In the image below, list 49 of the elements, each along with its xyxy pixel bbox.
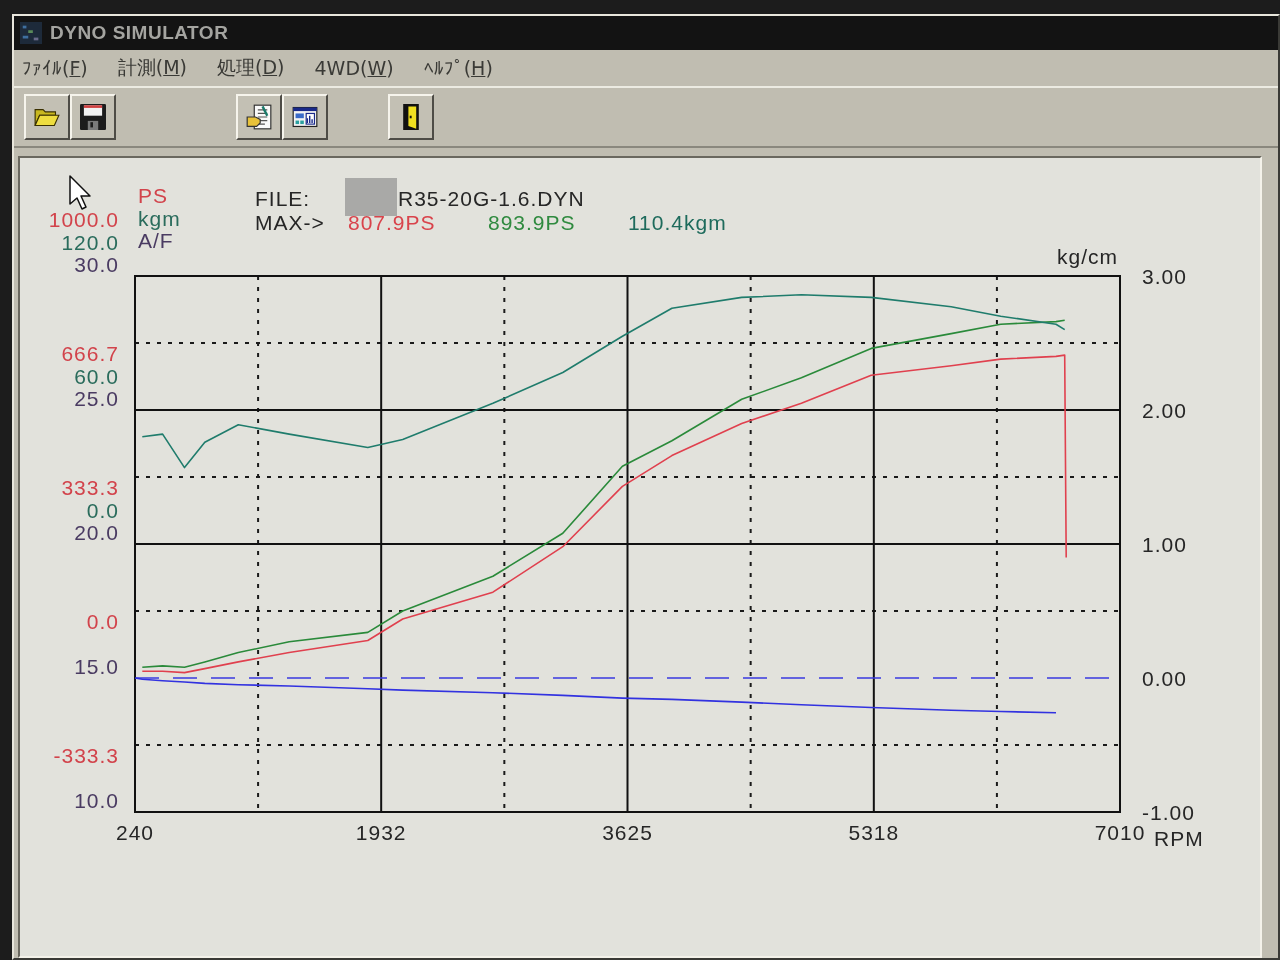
axis-title: RPM xyxy=(1154,827,1204,850)
y-axis-label: 20.0 xyxy=(74,521,119,544)
x-axis-label: 5318 xyxy=(848,821,900,844)
hand-document-icon xyxy=(246,104,272,130)
toolbar-button[interactable] xyxy=(70,94,116,140)
y-axis-label: 0.0 xyxy=(86,610,119,633)
y-axis-label: 3.00 xyxy=(1142,265,1187,288)
max-label: MAX-> xyxy=(255,211,325,234)
y-axis-label: 60.0 xyxy=(74,364,119,388)
max-value: 807.9PS xyxy=(348,211,436,234)
window-title: DYNO SIMULATOR xyxy=(50,22,229,44)
axis-title: kg/cm xyxy=(1057,245,1118,268)
y-axis-label: 2.00 xyxy=(1142,399,1187,422)
x-axis-label: 1932 xyxy=(355,821,407,844)
toolbar-button[interactable] xyxy=(388,94,434,140)
y-axis-label: 0.0 xyxy=(86,498,119,522)
menu-item[interactable]: 4WD(W) xyxy=(314,57,394,79)
menu-item[interactable]: 処理(D) xyxy=(217,55,285,81)
max-value: 893.9PS xyxy=(488,211,576,234)
file-name: R35-20G-1.6.DYN xyxy=(398,187,585,210)
app-icon xyxy=(20,22,42,44)
mouse-pointer-icon xyxy=(69,175,91,210)
y-axis-label: 333.3 xyxy=(61,476,119,499)
max-value: 110.4kgm xyxy=(628,211,727,234)
menu-item[interactable]: ﾌｧｲﾙ(F) xyxy=(22,57,88,79)
window-chart-icon xyxy=(292,104,318,130)
y-axis-label: -333.3 xyxy=(53,744,119,767)
y-axis-label: 15.0 xyxy=(74,655,119,678)
toolbar-button[interactable] xyxy=(24,94,70,140)
y-axis-label: 30.0 xyxy=(74,253,119,276)
toolbar-button[interactable] xyxy=(282,94,328,140)
toolbar-button[interactable] xyxy=(236,94,282,140)
y-axis-label: 0.00 xyxy=(1142,667,1187,690)
y-axis-label: 120.0 xyxy=(61,230,119,254)
y-axis-label: 1000.0 xyxy=(48,208,119,231)
y-axis-label: 666.7 xyxy=(61,342,119,365)
y-axis-label: 25.0 xyxy=(74,387,119,410)
y-axis-label: 10.0 xyxy=(74,789,119,812)
unit-label: PS xyxy=(138,184,168,207)
unit-label: kgm xyxy=(138,206,181,230)
menu-item[interactable]: ﾍﾙﾌﾟ(H) xyxy=(423,57,493,79)
y-axis-label: -1.00 xyxy=(1142,801,1195,824)
x-axis-label: 3625 xyxy=(602,821,653,844)
unit-label: A/F xyxy=(138,229,174,252)
file-label: FILE: xyxy=(255,187,311,210)
x-axis-label: 7010 xyxy=(1094,821,1146,844)
menu-item[interactable]: 計測(M) xyxy=(117,55,188,81)
y-axis-label: 1.00 xyxy=(1142,533,1187,556)
x-axis-label: 240 xyxy=(116,821,154,844)
